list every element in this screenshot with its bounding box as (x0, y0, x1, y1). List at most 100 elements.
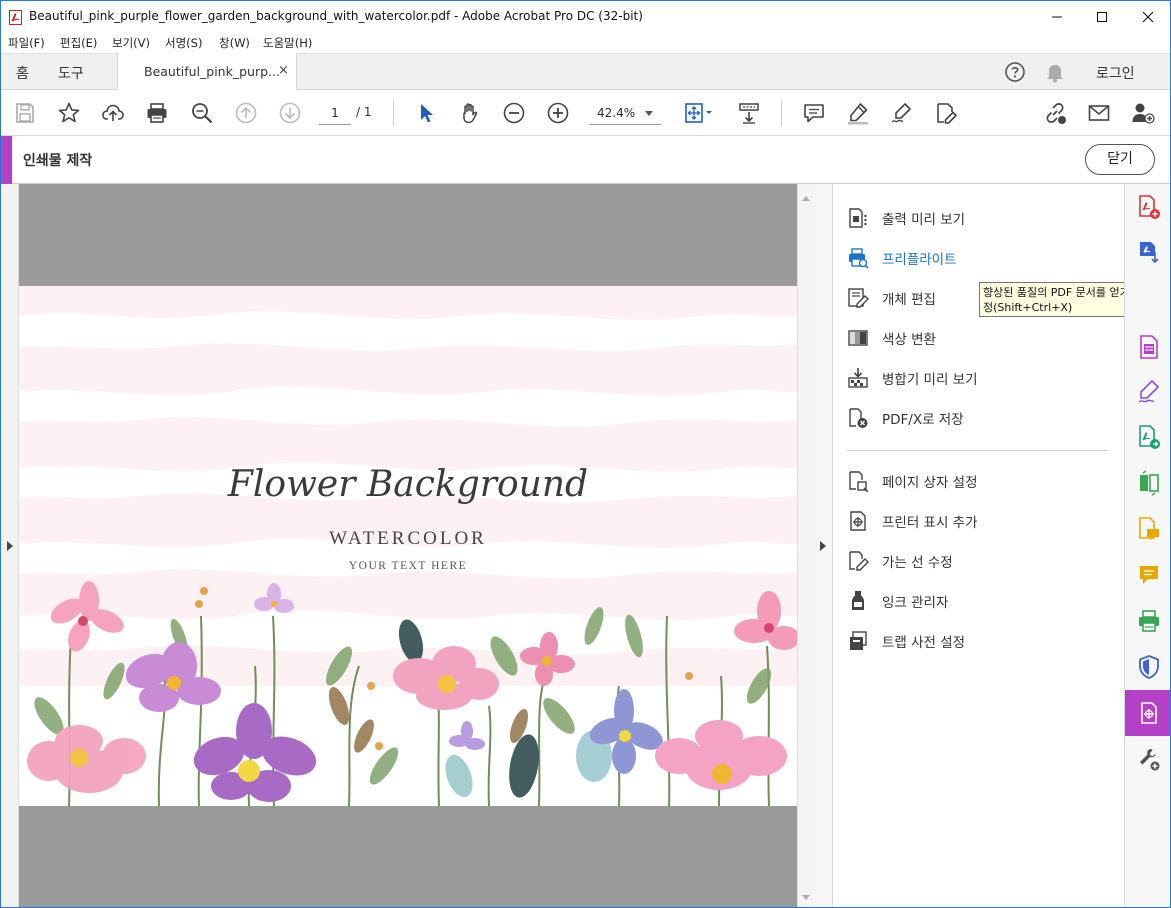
menu-file[interactable]: 파일(F) (8, 35, 45, 51)
panel-item-ink-manager[interactable]: 잉크 관리자 (847, 588, 1117, 614)
sign-button[interactable] (888, 99, 916, 127)
menu-sign[interactable]: 서명(S) (165, 35, 202, 51)
document-tab-label: Beautiful_pink_purp... (144, 64, 280, 79)
zoom-value: 42.4% (597, 106, 636, 120)
panel-item-convert-colors[interactable]: 색상 변환 (847, 325, 1117, 351)
scroll-mode-button[interactable] (735, 99, 763, 127)
flattener-preview-icon (847, 367, 869, 389)
rail-send-for-review[interactable] (1135, 423, 1163, 451)
highlight-button[interactable] (844, 99, 872, 127)
close-window-button[interactable] (1125, 1, 1170, 33)
menu-help[interactable]: 도움말(H) (263, 35, 312, 51)
page-number-input[interactable]: 1 (319, 103, 351, 125)
print-icon (147, 103, 167, 123)
email-button[interactable] (1085, 99, 1113, 127)
rail-export-pdf[interactable] (1135, 237, 1163, 265)
scroll-mode-icon (739, 103, 759, 124)
tab-document[interactable]: Beautiful_pink_purp... × (117, 53, 297, 90)
print-production-tool-icon (1139, 610, 1159, 632)
print-button[interactable] (143, 99, 171, 127)
rail-compare-files[interactable] (1135, 469, 1163, 497)
tab-home[interactable]: 홈 (16, 63, 29, 83)
rail-comment-tool[interactable] (1135, 515, 1163, 543)
scroll-up-arrow-icon[interactable] (802, 196, 810, 201)
tab-tools[interactable]: 도구 (58, 63, 84, 83)
window-title: Beautiful_pink_purple_flower_garden_back… (29, 9, 643, 23)
rail-sticky-note[interactable] (1135, 561, 1163, 589)
rail-protect[interactable] (1135, 653, 1163, 681)
send-for-review-icon (1139, 425, 1160, 449)
save-button[interactable] (11, 99, 39, 127)
rail-more-tools[interactable] (1135, 745, 1163, 773)
tool-accent-bar (1, 136, 12, 184)
rail-print-production-tool[interactable] (1135, 607, 1163, 635)
panel-collapse-toggle[interactable] (814, 184, 833, 907)
share-link-button[interactable] (1041, 99, 1069, 127)
link-share-icon (1046, 103, 1066, 124)
find-button[interactable] (188, 99, 216, 127)
panel-item-fix-hairlines[interactable]: 가는 선 수정 (847, 548, 1117, 574)
trap-presets-icon (847, 630, 869, 652)
left-panel-toggle[interactable] (1, 184, 19, 907)
panel-item-page-boxes[interactable]: 페이지 상자 설정 (847, 468, 1117, 494)
save-pdfx-icon (847, 407, 869, 429)
panel-item-output-preview[interactable]: 출력 미리 보기 (847, 205, 1117, 231)
select-tool-button[interactable] (412, 99, 440, 127)
zoom-out-button[interactable] (500, 99, 528, 127)
panel-item-label: 잉크 관리자 (882, 595, 949, 611)
panel-item-printer-marks[interactable]: 프린터 표시 추가 (847, 508, 1117, 534)
next-page-button[interactable] (276, 99, 304, 127)
save-icon (16, 103, 34, 123)
login-link[interactable]: 로그인 (1096, 63, 1135, 83)
scroll-down-arrow-icon[interactable] (802, 895, 810, 900)
cloud-upload-icon (102, 104, 124, 121)
page-boxes-icon (847, 470, 869, 492)
add-user-button[interactable] (1129, 99, 1157, 127)
rail-create-pdf[interactable] (1135, 193, 1163, 221)
page-up-icon (235, 102, 257, 124)
comment-icon (804, 104, 824, 123)
minimize-button[interactable] (1034, 1, 1080, 33)
preflight-icon (847, 247, 869, 269)
document-view[interactable]: Flower Background WATERCOLOR YOUR TEXT H… (19, 184, 797, 907)
notifications-bell-icon[interactable] (1045, 61, 1065, 83)
rail-fill-sign[interactable] (1135, 377, 1163, 405)
panel-item-preflight[interactable]: 프리플라이트 (847, 245, 1117, 271)
edit-pdf-button[interactable] (932, 99, 960, 127)
upload-button[interactable] (99, 99, 127, 127)
pdf-app-icon (9, 10, 22, 25)
panel-item-trap-presets[interactable]: 트랩 사전 설정 (847, 628, 1117, 654)
page-total: / 1 (356, 105, 372, 119)
panel-item-label: 개체 편집 (882, 292, 936, 308)
rail-organize-pages[interactable] (1135, 333, 1163, 361)
expand-left-arrow-icon (7, 541, 13, 551)
menu-window[interactable]: 창(W) (219, 35, 250, 51)
panel-item-flattener-preview[interactable]: 병합기 미리 보기 (847, 365, 1117, 391)
protect-icon (1139, 655, 1159, 679)
comment-tool-icon (1139, 517, 1159, 540)
rail-print-production-active[interactable] (1125, 690, 1170, 736)
bookmark-star-button[interactable] (55, 99, 83, 127)
help-icon[interactable] (1004, 61, 1026, 83)
zoom-in-icon (547, 102, 569, 124)
vertical-scrollbar[interactable] (797, 184, 814, 907)
hand-tool-button[interactable] (456, 99, 484, 127)
maximize-button[interactable] (1079, 1, 1125, 33)
comment-button[interactable] (800, 99, 828, 127)
print-production-active-icon (1141, 702, 1157, 724)
edit-object-icon (847, 287, 869, 309)
close-tool-button[interactable]: 닫기 (1085, 144, 1155, 175)
email-icon (1088, 105, 1110, 121)
menu-view[interactable]: 보기(V) (112, 35, 150, 51)
highlight-icon (848, 103, 868, 125)
zoom-select[interactable]: 42.4% (589, 103, 661, 125)
previous-page-button[interactable] (232, 99, 260, 127)
fit-page-button[interactable] (679, 99, 717, 127)
panel-item-save-pdfx[interactable]: PDF/X로 저장 (847, 405, 1117, 431)
menu-edit[interactable]: 편집(E) (60, 35, 97, 51)
zoom-in-button[interactable] (544, 99, 572, 127)
panel-item-label: 가는 선 수정 (882, 555, 953, 571)
panel-item-label: 프린터 표시 추가 (882, 515, 978, 531)
edit-icon (937, 103, 957, 124)
close-tab-icon[interactable]: × (278, 63, 289, 78)
